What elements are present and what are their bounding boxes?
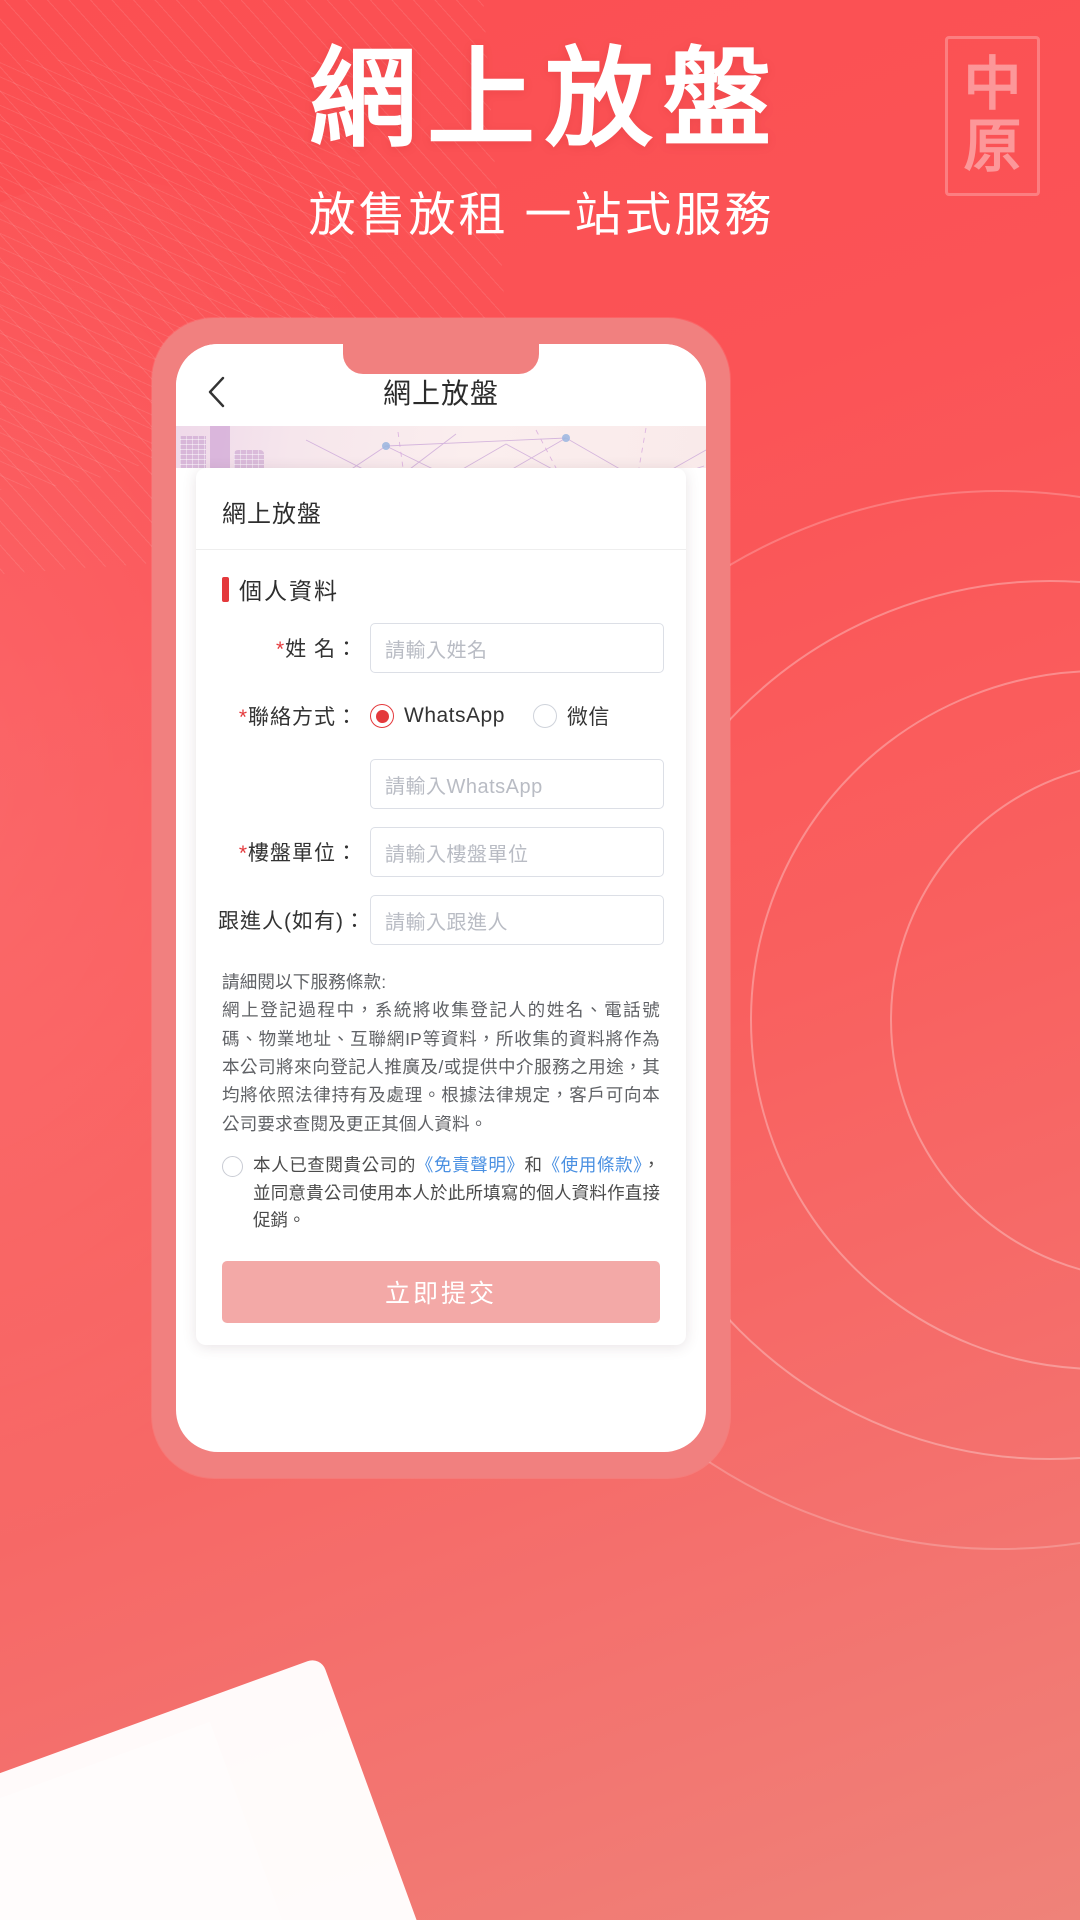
label-contact-method-text: 聯絡方式： <box>248 706 358 729</box>
terms-of-use-link[interactable]: 《使用條款》 <box>543 1155 643 1175</box>
label-property-unit: *樓盤單位： <box>218 837 370 867</box>
radio-whatsapp-label: WhatsApp <box>404 704 505 727</box>
terms-text-block: 請細閱以下服務條款: 網上登記過程中，系統將收集登記人的姓名、電話號碼、物業地址… <box>196 954 686 1138</box>
field-row-property-unit: *樓盤單位： 請輸入樓盤單位 <box>196 818 686 886</box>
required-asterisk-name: * <box>275 638 286 661</box>
followup-person-input[interactable]: 請輸入跟進人 <box>370 895 664 945</box>
submit-button-wrapper: 立即提交 <box>196 1235 686 1323</box>
chevron-left-icon <box>208 376 225 408</box>
radio-wechat[interactable]: 微信 <box>532 701 610 731</box>
consent-checkbox[interactable] <box>222 1156 243 1178</box>
required-asterisk-contact: * <box>238 706 248 729</box>
whatsapp-input-placeholder: 請輸入WhatsApp <box>385 775 543 798</box>
arc-ring-1 <box>890 760 1080 1280</box>
label-name-text: 姓 名： <box>285 638 358 661</box>
disclaimer-link[interactable]: 《免責聲明》 <box>416 1155 525 1175</box>
required-asterisk-unit: * <box>238 842 248 865</box>
arc-ring-2 <box>750 670 1080 1370</box>
listing-form-card: 網上放盤 個人資料 *姓 名： 請輸入姓名 *聯絡方式： WhatsApp 微信… <box>196 468 686 1345</box>
section-header-personal-info: 個人資料 <box>196 550 686 614</box>
followup-person-placeholder: 請輸入跟進人 <box>385 911 508 934</box>
label-name: *姓 名： <box>218 633 370 663</box>
label-contact-method: *聯絡方式： <box>218 701 370 731</box>
terms-lead: 請細閱以下服務條款: <box>222 972 387 992</box>
property-unit-placeholder: 請輸入樓盤單位 <box>385 843 529 866</box>
terms-body: 網上登記過程中，系統將收集登記人的姓名、電話號碼、物業地址、互聯網IP等資料，所… <box>222 1000 660 1134</box>
poster-subtitle: 放售放租 一站式服務 <box>308 188 775 241</box>
radio-whatsapp[interactable]: WhatsApp <box>370 704 505 728</box>
consent-text-1: 本人已查閱貴公司的 <box>253 1155 416 1176</box>
radio-wechat-dot <box>532 704 557 728</box>
whatsapp-input[interactable]: 請輸入WhatsApp <box>370 759 664 809</box>
phone-screen: 網上放盤 網上放盤 個人資料 *姓 名： 請輸入姓名 *聯絡方式： WhatsA… <box>176 344 706 1452</box>
phone-mockup: 網上放盤 網上放盤 個人資料 *姓 名： 請輸入姓名 *聯絡方式： WhatsA… <box>152 318 730 1478</box>
section-accent-bar <box>222 576 229 602</box>
section-title: 個人資料 <box>239 578 339 604</box>
brand-char-top: 中 <box>963 50 1022 119</box>
poster-title: 網上放盤 <box>308 36 781 162</box>
property-unit-input[interactable]: 請輸入樓盤單位 <box>370 827 664 877</box>
field-row-name: *姓 名： 請輸入姓名 <box>196 614 686 682</box>
consent-text: 本人已查閱貴公司的《免責聲明》和《使用條款》，並同意貴公司使用本人於此所填寫的個… <box>253 1152 660 1235</box>
contact-method-radio-group: WhatsApp 微信 <box>370 691 664 741</box>
brand-logo-watermark: 中 原 <box>945 36 1040 196</box>
submit-button[interactable]: 立即提交 <box>222 1260 660 1323</box>
label-property-unit-text: 樓盤單位： <box>248 842 358 865</box>
field-row-whatsapp: 請輸入WhatsApp <box>196 750 686 818</box>
name-input[interactable]: 請輸入姓名 <box>370 623 664 673</box>
screen-scroll-body: 網上放盤 個人資料 *姓 名： 請輸入姓名 *聯絡方式： WhatsApp 微信… <box>176 468 706 1410</box>
phone-notch <box>343 344 539 374</box>
back-button[interactable] <box>198 374 234 410</box>
consent-row: 本人已查閱貴公司的《免責聲明》和《使用條款》，並同意貴公司使用本人於此所填寫的個… <box>196 1138 686 1235</box>
field-row-followup-person: 跟進人(如有)： 請輸入跟進人 <box>196 886 686 954</box>
label-followup-person: 跟進人(如有)： <box>218 910 366 933</box>
radio-whatsapp-dot <box>370 704 394 728</box>
consent-text-2: 和 <box>524 1155 543 1176</box>
poster-root: 網上放盤 放售放租 一站式服務 中 原 網上放盤 網上放盤 個人資料 *姓 名：… <box>0 0 1080 1920</box>
bottom-left-white-wedge <box>0 1656 434 1920</box>
name-input-placeholder: 請輸入姓名 <box>385 639 488 662</box>
field-row-contact-method: *聯絡方式： WhatsApp 微信 <box>196 682 686 750</box>
card-title: 網上放盤 <box>196 468 686 550</box>
brand-char-bottom: 原 <box>963 112 1022 180</box>
radio-wechat-label: 微信 <box>566 706 610 729</box>
